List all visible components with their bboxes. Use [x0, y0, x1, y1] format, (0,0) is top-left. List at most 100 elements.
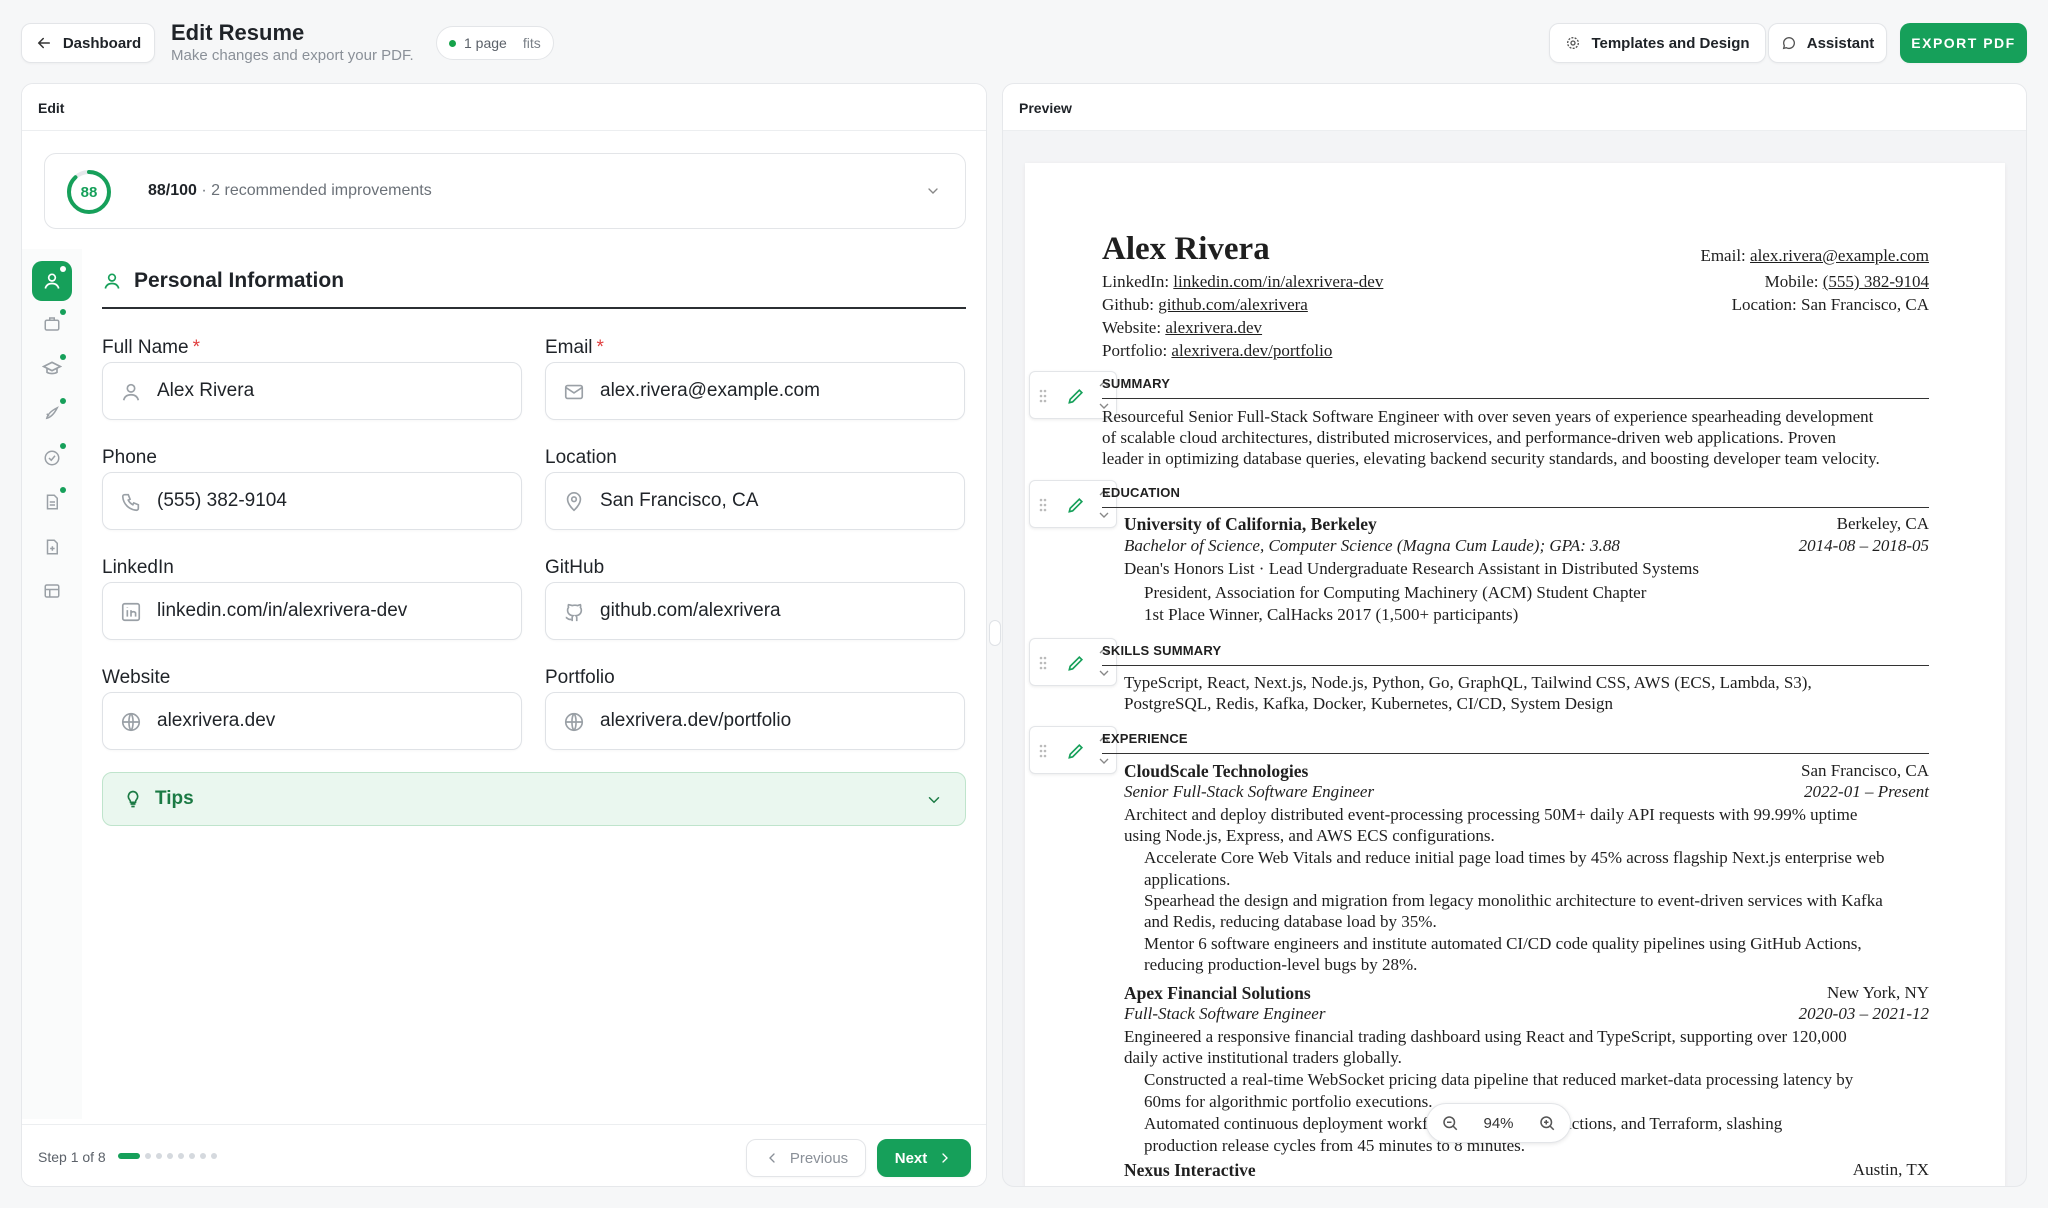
status-dot — [60, 266, 66, 272]
phone-label: Phone — [102, 447, 157, 468]
job-location: San Francisco, CA — [1801, 761, 1929, 780]
section-divider — [102, 307, 966, 309]
job-company: Nexus Interactive — [1124, 1160, 1256, 1180]
previous-button[interactable]: Previous — [746, 1139, 866, 1177]
step-footer: Step 1 of 8 Previous Next — [22, 1124, 986, 1186]
rail-item-experience[interactable] — [32, 304, 72, 344]
job-bullet: Mentor 6 software engineers and institut… — [1144, 934, 1862, 953]
ai-edit-icon[interactable] — [1066, 386, 1086, 406]
templates-design-button[interactable]: Templates and Design — [1549, 23, 1766, 63]
preview-panel: Preview Alex Rivera LinkedIn: linkedin.c… — [1002, 83, 2027, 1187]
panel-resize-handle[interactable] — [989, 620, 1001, 646]
drag-handle-icon[interactable] — [1038, 655, 1048, 671]
rail-item-projects[interactable] — [32, 393, 72, 433]
edu-bullet: 1st Place Winner, CalHacks 2017 (1,500+ … — [1144, 605, 1519, 624]
github-label: GitHub — [545, 557, 605, 578]
step-dot — [178, 1153, 184, 1159]
skills-line: TypeScript, React, Next.js, Node.js, Pyt… — [1124, 673, 1812, 692]
rail-item-education[interactable] — [32, 349, 72, 389]
job-line: Engineered a responsive financial tradin… — [1124, 1027, 1847, 1046]
rail-item-layout[interactable] — [32, 571, 72, 611]
next-label: Next — [894, 1149, 928, 1167]
zoom-level: 94% — [1483, 1114, 1514, 1132]
summary-line: of scalable cloud architectures, distrib… — [1102, 428, 1837, 447]
rail-item-personal[interactable] — [32, 261, 72, 301]
section-rail — [22, 249, 82, 1119]
assistant-button[interactable]: Assistant — [1768, 23, 1887, 63]
arrow-left-icon — [37, 37, 50, 49]
github-field[interactable]: github.com/alexrivera — [545, 582, 965, 640]
chevron-down-icon[interactable] — [1096, 753, 1112, 769]
status-dot — [449, 39, 456, 47]
resume-website: Website: alexrivera.dev — [1102, 318, 1263, 337]
dashboard-button[interactable]: Dashboard — [21, 23, 155, 63]
user-icon — [122, 383, 140, 401]
previous-label: Previous — [789, 1149, 849, 1167]
full-name-value: Alex Rivera — [157, 380, 255, 401]
phone-value: (555) 382-9104 — [157, 490, 287, 511]
section-title-label: Personal Information — [134, 269, 345, 292]
step-dot — [200, 1153, 206, 1159]
tips-accordion[interactable]: Tips — [102, 772, 966, 826]
templates-design-label: Templates and Design — [1591, 34, 1750, 52]
linkedin-icon — [121, 602, 141, 622]
ai-edit-icon[interactable] — [1066, 653, 1086, 673]
status-dot — [60, 443, 66, 449]
job-bullet: and Redis, reducing database load by 35%… — [1144, 912, 1437, 931]
zoom-out-icon[interactable] — [1441, 1114, 1459, 1132]
section-rule — [1102, 665, 1929, 666]
linkedin-field[interactable]: linkedin.com/in/alexrivera-dev — [102, 582, 522, 640]
drag-handle-icon[interactable] — [1038, 743, 1048, 759]
location-field[interactable]: San Francisco, CA — [545, 472, 965, 530]
resume-score-card[interactable]: 88 88/100 · 2 recommended improvements — [44, 153, 966, 229]
ai-edit-icon[interactable] — [1066, 741, 1086, 761]
job-company: Apex Financial Solutions — [1124, 983, 1311, 1003]
drag-handle-icon[interactable] — [1038, 497, 1048, 513]
zoom-control: 94% — [1426, 1103, 1571, 1143]
export-pdf-button[interactable]: EXPORT PDF — [1900, 23, 2027, 63]
job-title: Full-Stack Software Engineer — [1124, 1004, 1326, 1023]
rail-item-summary[interactable] — [32, 482, 72, 522]
status-dot — [60, 398, 66, 404]
rail-item-additional[interactable] — [32, 527, 72, 567]
document-icon — [46, 494, 58, 510]
drag-handle-icon[interactable] — [1038, 388, 1048, 404]
website-label: Website — [102, 667, 171, 688]
next-button[interactable]: Next — [877, 1139, 971, 1177]
layout-icon — [44, 584, 60, 598]
chevron-right-icon — [942, 1153, 949, 1163]
website-field[interactable]: alexrivera.dev — [102, 692, 522, 750]
phone-field[interactable]: (555) 382-9104 — [102, 472, 522, 530]
chevron-down-icon[interactable] — [1096, 665, 1112, 681]
email-label: Email * — [545, 337, 604, 358]
ai-edit-icon[interactable] — [1066, 495, 1086, 515]
map-pin-icon — [566, 492, 582, 512]
chevron-down-icon[interactable] — [1096, 507, 1112, 523]
chat-icon — [1782, 37, 1795, 50]
briefcase-icon — [44, 317, 60, 331]
score-text: 88/100 — [148, 182, 197, 199]
section-rule — [1102, 507, 1929, 508]
full-name-field[interactable]: Alex Rivera — [102, 362, 522, 420]
website-value: alexrivera.dev — [157, 710, 276, 731]
step-dot — [156, 1153, 162, 1159]
chevron-down-icon — [928, 797, 940, 804]
portfolio-field[interactable]: alexrivera.dev/portfolio — [545, 692, 965, 750]
resume-location: Location: San Francisco, CA — [1731, 295, 1929, 314]
location-value: San Francisco, CA — [600, 490, 759, 511]
resume-linkedin: LinkedIn: linkedin.com/in/alexrivera-dev — [1102, 272, 1384, 291]
lightbulb-icon — [127, 790, 139, 808]
status-dot — [60, 487, 66, 493]
chevron-down-icon[interactable] — [925, 183, 941, 199]
zoom-in-icon[interactable] — [1538, 1114, 1556, 1132]
edu-school: University of California, Berkeley — [1124, 514, 1377, 534]
email-field[interactable]: alex.rivera@example.com — [545, 362, 965, 420]
dashboard-label: Dashboard — [62, 34, 142, 52]
graduation-cap-icon — [42, 361, 62, 375]
edu-honors: Dean's Honors List · Lead Undergraduate … — [1124, 559, 1699, 578]
job-bullet: 60ms for algorithmic portfolio execution… — [1144, 1092, 1433, 1111]
step-indicator: Step 1 of 8 — [38, 1149, 106, 1165]
job-company: CloudScale Technologies — [1124, 761, 1309, 781]
portfolio-value: alexrivera.dev/portfolio — [600, 710, 792, 731]
rail-item-skills[interactable] — [32, 438, 72, 478]
